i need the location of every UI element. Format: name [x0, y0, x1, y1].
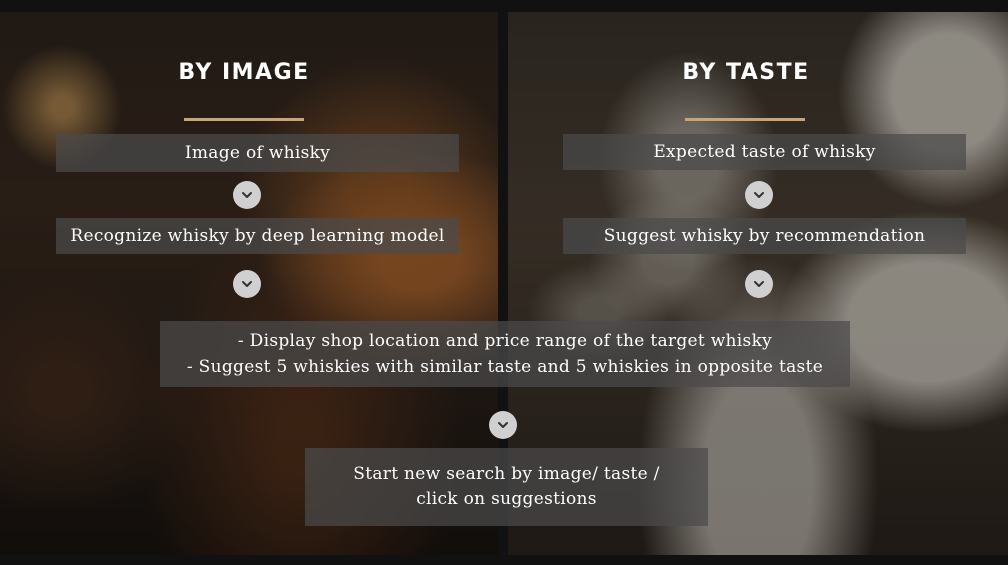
- result-line-shop: - Display shop location and price range …: [237, 331, 773, 351]
- by-image-heading: BY IMAGE: [178, 60, 310, 85]
- expected-taste-label: Expected taste of whisky: [653, 142, 876, 162]
- image-of-whisky-box[interactable]: Image of whisky: [56, 134, 459, 172]
- new-search-line1: Start new search by image/ taste /: [353, 464, 660, 484]
- suggest-whisky-box[interactable]: Suggest whisky by recommendation: [563, 218, 966, 254]
- flow-page: BY IMAGE BY TASTE Image of whisky Recogn…: [0, 0, 1008, 565]
- expected-taste-box[interactable]: Expected taste of whisky: [563, 134, 966, 170]
- by-image-underline: [184, 118, 304, 121]
- chevron-down-icon[interactable]: [745, 181, 773, 209]
- chevron-down-icon[interactable]: [745, 270, 773, 298]
- chevron-down-icon[interactable]: [233, 270, 261, 298]
- new-search-box[interactable]: Start new search by image/ taste / click…: [305, 448, 708, 526]
- suggest-whisky-label: Suggest whisky by recommendation: [603, 226, 926, 246]
- result-line-suggest: - Suggest 5 whiskies with similar taste …: [186, 357, 824, 377]
- recognize-whisky-box[interactable]: Recognize whisky by deep learning model: [56, 218, 459, 254]
- image-of-whisky-label: Image of whisky: [184, 143, 331, 163]
- chevron-down-icon[interactable]: [233, 181, 261, 209]
- by-taste-heading: BY TASTE: [682, 60, 810, 85]
- chevron-down-icon[interactable]: [489, 411, 517, 439]
- result-box: - Display shop location and price range …: [160, 321, 850, 387]
- recognize-whisky-label: Recognize whisky by deep learning model: [70, 226, 445, 246]
- new-search-line2: click on suggestions: [416, 489, 597, 509]
- by-taste-underline: [685, 118, 805, 121]
